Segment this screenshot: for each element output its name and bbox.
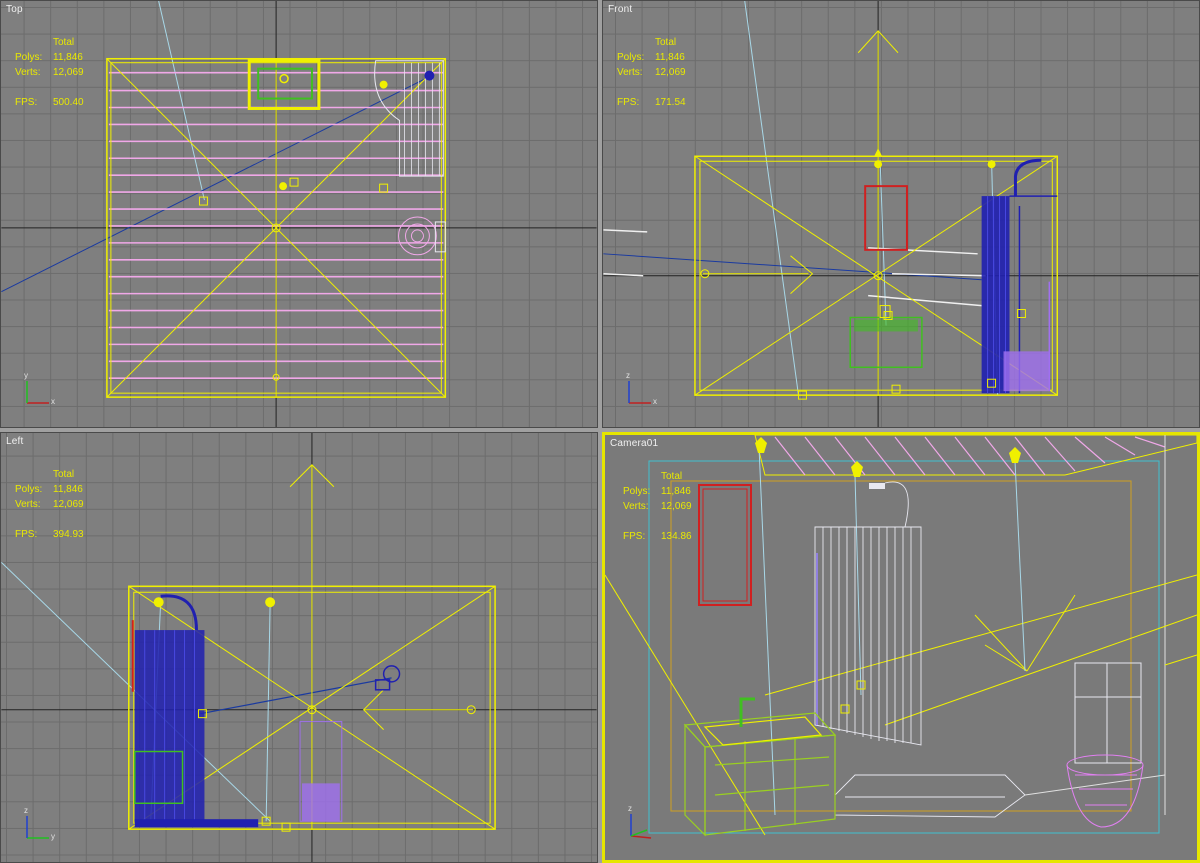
left-scene-wireframe[interactable]: [1, 433, 597, 862]
camera-scene-wireframe[interactable]: [605, 435, 1197, 860]
axis-gizmo: x y: [19, 371, 55, 409]
stats-total-header: Total: [661, 471, 683, 482]
stats-polys-label: Polys:: [15, 484, 43, 495]
axis-z-label: z: [628, 804, 632, 813]
stats-polys-value: 11,846: [655, 52, 685, 63]
viewport-stats: Total Polys: 11,846 Verts: 12,069 FPS: 500.…: [15, 35, 84, 110]
stats-fps-label: FPS:: [623, 531, 646, 542]
stats-polys-label: Polys:: [15, 52, 43, 63]
viewport-label[interactable]: Front: [608, 4, 632, 15]
axis-gizmo: x z: [621, 371, 657, 409]
axis-z-label: z: [24, 806, 28, 815]
stats-fps-value: 500.40: [53, 97, 84, 108]
stats-verts-value: 12,069: [661, 501, 692, 512]
axis-z-label: z: [626, 371, 630, 380]
stats-fps-label: FPS:: [617, 97, 640, 108]
viewport-label[interactable]: Camera01: [610, 438, 658, 449]
stats-polys-value: 11,846: [53, 484, 83, 495]
stats-total-header: Total: [655, 37, 677, 48]
stats-verts-label: Verts:: [15, 499, 41, 510]
axis-y-label: y: [24, 371, 28, 380]
axis-x-label: x: [51, 397, 55, 406]
stats-verts-value: 12,069: [53, 67, 84, 78]
stats-total-header: Total: [53, 37, 75, 48]
stats-verts-label: Verts:: [623, 501, 649, 512]
stats-verts-label: Verts:: [617, 67, 643, 78]
stats-fps-value: 394.93: [53, 529, 84, 540]
viewport-stats: Total Polys: 11,846 Verts: 12,069 FPS: 394.…: [15, 467, 84, 542]
axis-gizmo: y z: [19, 806, 55, 844]
viewport-front[interactable]: Front Total Polys: 11,846 Verts: 12,069 FP…: [602, 0, 1200, 428]
stats-polys-label: Polys:: [617, 52, 645, 63]
front-scene-wireframe[interactable]: [603, 1, 1199, 427]
viewport-top[interactable]: Top Total Polys: 11,846 Verts: 12,069 FPS:…: [0, 0, 598, 428]
top-scene-wireframe[interactable]: [1, 1, 597, 427]
stats-verts-label: Verts:: [15, 67, 41, 78]
stats-verts-value: 12,069: [53, 499, 84, 510]
stats-fps-value: 171.54: [655, 97, 686, 108]
stats-fps-label: FPS:: [15, 529, 38, 540]
viewport-left[interactable]: Left Total Polys: 11,846 Verts: 12,069 FPS…: [0, 432, 598, 863]
viewport-stats: Total Polys: 11,846 Verts: 12,069 FPS: 171.…: [617, 35, 686, 110]
viewport-label[interactable]: Top: [6, 4, 23, 15]
viewport-label[interactable]: Left: [6, 436, 23, 447]
stats-total-header: Total: [53, 469, 75, 480]
stats-polys-value: 11,846: [53, 52, 83, 63]
stats-fps-label: FPS:: [15, 97, 38, 108]
stats-fps-value: 134.86: [661, 531, 692, 542]
viewport-stats: Total Polys: 11,846 Verts: 12,069 FPS: 134.…: [623, 469, 692, 544]
axis-x-label: x: [653, 397, 657, 406]
axis-gizmo: z: [623, 804, 659, 842]
stats-verts-value: 12,069: [655, 67, 686, 78]
stats-polys-label: Polys:: [623, 486, 651, 497]
stats-polys-value: 11,846: [661, 486, 691, 497]
axis-y-label: y: [51, 832, 55, 841]
viewport-camera[interactable]: Camera01 Total Polys: 11,846 Verts: 12,069…: [602, 432, 1200, 863]
